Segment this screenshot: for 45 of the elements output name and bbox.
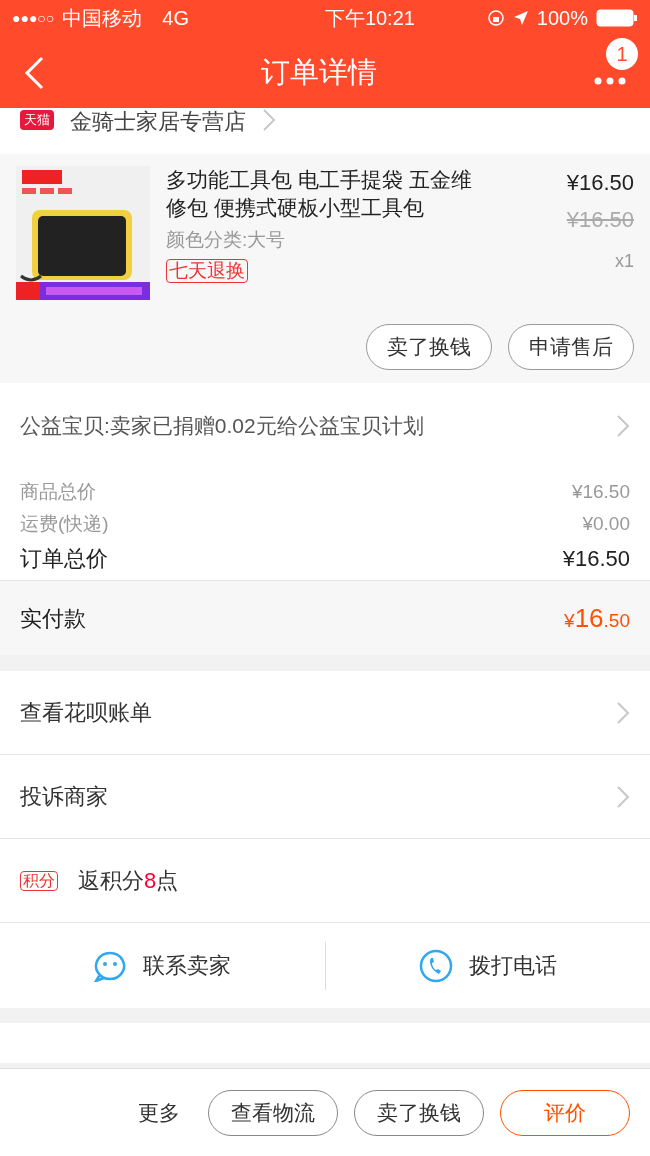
location-arrow-icon <box>512 10 529 26</box>
page-title: 订单详情 <box>261 55 377 91</box>
order-action-button[interactable]: 卖了换钱 <box>354 1089 484 1136</box>
rotation-lock-icon <box>486 9 505 27</box>
summary-value: ¥0.00 <box>582 511 630 536</box>
payment-label: 实付款 <box>20 604 86 633</box>
back-icon[interactable] <box>24 56 44 90</box>
summary-value: ¥16.50 <box>571 479 630 504</box>
order-action-button[interactable]: 申请售后 <box>508 324 634 370</box>
phone-icon <box>418 948 453 983</box>
chevron-right-icon <box>262 108 276 132</box>
order-action-button[interactable]: 查看物流 <box>208 1089 338 1136</box>
product-price: ¥16.50 <box>566 169 634 197</box>
carrier-name: 中国移动 <box>62 6 143 31</box>
contact-button[interactable]: 联系卖家 <box>93 949 232 982</box>
order-action-button[interactable]: 卖了换钱 <box>366 324 492 370</box>
more-icon[interactable] <box>594 77 626 85</box>
network-type: 4G <box>162 6 189 31</box>
points-badge: 积分 <box>20 870 58 891</box>
summary-label: 运费(快递) <box>20 511 109 536</box>
summary-label: 订单总价 <box>20 544 108 573</box>
status-time: 下午10:21 <box>324 6 415 31</box>
chat-icon <box>93 949 128 982</box>
return-policy-tag: 七天退换 <box>166 258 248 283</box>
summary-label: 商品总价 <box>20 479 96 504</box>
menu-row[interactable]: 查看花呗账单 <box>0 671 650 755</box>
chevron-right-icon <box>616 700 630 725</box>
tmall-badge: 天猫 <box>20 110 54 130</box>
signal-strength: ●●●○○ <box>12 8 55 28</box>
contact-button[interactable]: 拨打电话 <box>418 948 557 983</box>
product-variant: 颜色分类:大号 <box>166 228 287 252</box>
battery-icon <box>596 9 638 27</box>
product-title[interactable]: 多功能工具包 电工手提袋 五金维修包 便携式硬板小型工具包 <box>166 166 484 222</box>
chevron-right-icon <box>616 413 630 438</box>
points-text: 返积分8点 <box>78 867 179 895</box>
notification-badge: 1 <box>606 38 638 70</box>
more-button[interactable]: 更多 <box>138 1096 180 1129</box>
shop-name[interactable]: 金骑士家居专营店 <box>70 105 246 138</box>
summary-value: ¥16.50 <box>562 544 630 573</box>
battery-percent: 100% <box>536 6 588 31</box>
original-price: ¥16.50 <box>566 206 634 234</box>
chevron-right-icon <box>616 784 630 809</box>
menu-row[interactable]: 投诉商家 <box>0 755 650 839</box>
payment-amount: ¥16.50 <box>564 601 630 635</box>
product-quantity: x1 <box>615 250 634 273</box>
